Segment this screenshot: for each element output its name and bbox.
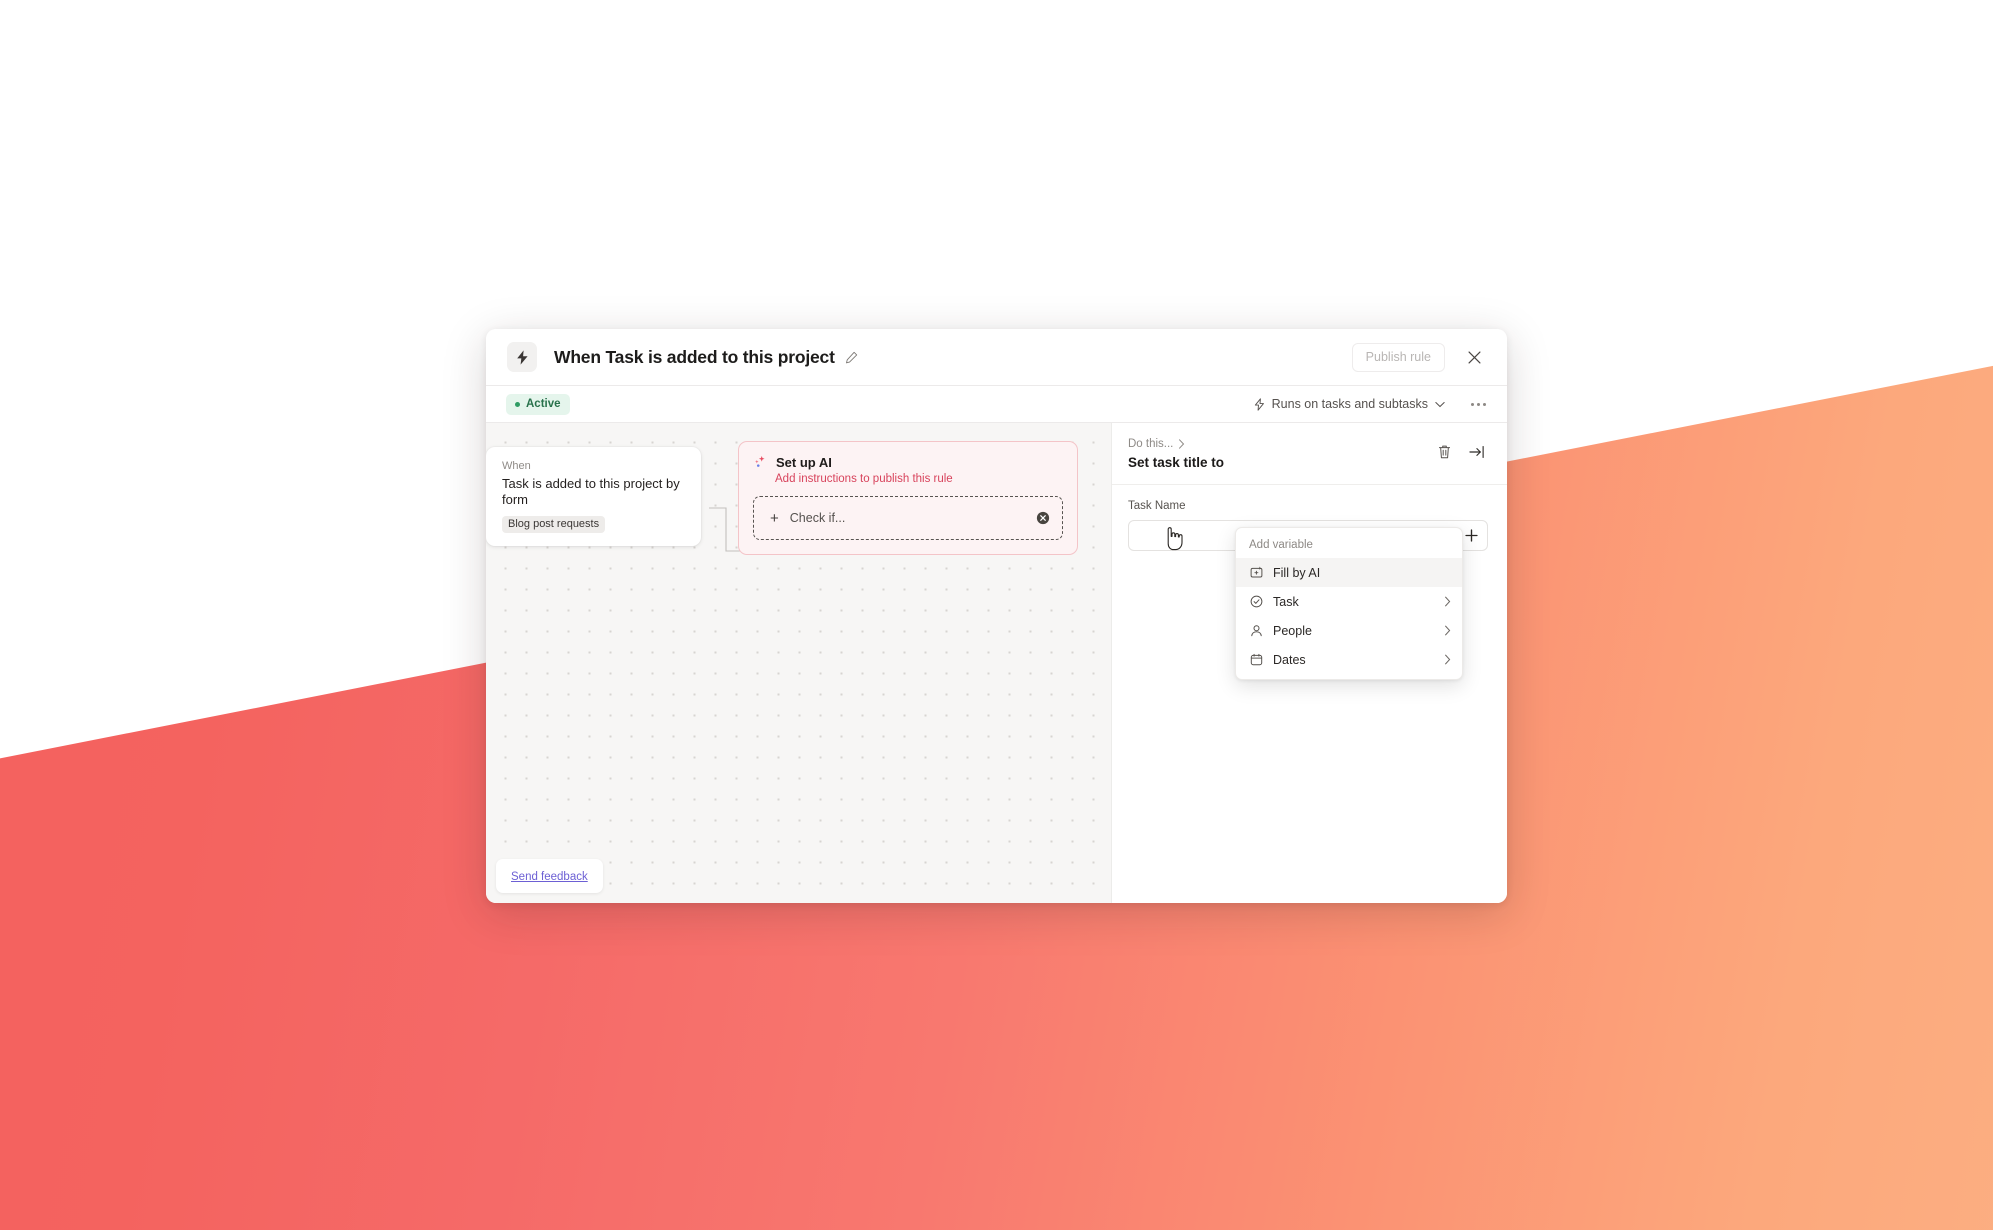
rule-flow-canvas[interactable]: When Task is added to this project by fo…	[486, 423, 1111, 903]
breadcrumb[interactable]: Do this...	[1128, 438, 1437, 450]
side-panel-actions	[1437, 438, 1485, 460]
chevron-right-icon	[1444, 654, 1451, 665]
setup-ai-title: Set up AI	[776, 455, 832, 470]
more-horizontal-icon[interactable]	[1467, 393, 1489, 415]
menu-item-label: Task	[1273, 594, 1299, 609]
task-name-label: Task Name	[1128, 500, 1186, 512]
add-variable-menu: Add variable Fill by AI Task People Date…	[1235, 527, 1463, 680]
automation-rule-modal: When Task is added to this project Publi…	[486, 329, 1507, 903]
chevron-down-icon	[1435, 401, 1445, 408]
chevron-right-icon	[1444, 625, 1451, 636]
close-icon[interactable]	[1461, 344, 1487, 370]
menu-item-fill-by-ai[interactable]: Fill by AI	[1236, 558, 1462, 587]
menu-item-people[interactable]: People	[1236, 616, 1462, 645]
add-variable-menu-title: Add variable	[1249, 539, 1313, 551]
send-feedback-container: Send feedback	[496, 859, 603, 893]
ai-sparkles-icon	[753, 455, 768, 470]
check-if-placeholder[interactable]: + Check if...	[753, 496, 1063, 540]
calendar-icon	[1249, 653, 1263, 666]
trigger-card-text: Task is added to this project by form	[502, 476, 680, 508]
trigger-card-chip: Blog post requests	[502, 515, 606, 533]
lightning-bolt-icon	[507, 342, 537, 372]
ai-fill-icon	[1249, 566, 1263, 579]
setup-ai-subtitle: Add instructions to publish this rule	[775, 473, 953, 485]
modal-body: When Task is added to this project by fo…	[486, 423, 1507, 903]
status-badge: Active	[506, 393, 570, 415]
side-panel-form: Task Name Add variable Fill by AI Task P…	[1112, 485, 1507, 680]
menu-item-task[interactable]: Task	[1236, 587, 1462, 616]
publish-rule-button[interactable]: Publish rule	[1351, 342, 1445, 372]
page-title: When Task is added to this project	[554, 346, 835, 367]
check-circle-icon	[1249, 595, 1263, 608]
setup-ai-card[interactable]: Set up AI Add instructions to publish th…	[738, 441, 1078, 555]
menu-item-label: Dates	[1273, 652, 1306, 667]
setup-ai-header: Set up AI	[753, 455, 1063, 470]
trash-icon[interactable]	[1437, 444, 1452, 460]
side-panel-title: Set task title to	[1128, 455, 1225, 470]
trigger-card-label: When	[502, 460, 531, 472]
scope-dropdown-label: Runs on tasks and subtasks	[1271, 397, 1428, 411]
person-icon	[1249, 624, 1263, 637]
lightning-bolt-icon	[1254, 397, 1265, 411]
menu-item-dates[interactable]: Dates	[1236, 645, 1462, 674]
check-if-label: Check if...	[789, 511, 846, 525]
menu-item-label: People	[1273, 623, 1312, 638]
side-panel-header-left: Do this... Set task title to	[1128, 438, 1437, 470]
send-feedback-link[interactable]: Send feedback	[511, 871, 588, 883]
action-side-panel: Do this... Set task title to Task Name A…	[1111, 423, 1507, 903]
scope-dropdown[interactable]: Runs on tasks and subtasks	[1254, 397, 1445, 411]
pencil-icon[interactable]	[845, 351, 858, 364]
menu-item-label: Fill by AI	[1273, 565, 1321, 580]
side-panel-header: Do this... Set task title to	[1112, 423, 1507, 485]
remove-circle-icon[interactable]	[1036, 511, 1050, 525]
breadcrumb-label: Do this...	[1128, 438, 1174, 450]
chevron-right-icon	[1444, 596, 1451, 607]
modal-toolbar: Active Runs on tasks and subtasks	[486, 386, 1507, 423]
status-dot-icon	[515, 401, 520, 407]
collapse-panel-icon[interactable]	[1469, 444, 1485, 460]
trigger-card-when[interactable]: When Task is added to this project by fo…	[486, 447, 701, 546]
status-badge-label: Active	[526, 398, 561, 410]
modal-titlebar: When Task is added to this project Publi…	[486, 329, 1507, 386]
chevron-right-icon	[1178, 439, 1185, 449]
plus-icon: +	[770, 509, 779, 527]
